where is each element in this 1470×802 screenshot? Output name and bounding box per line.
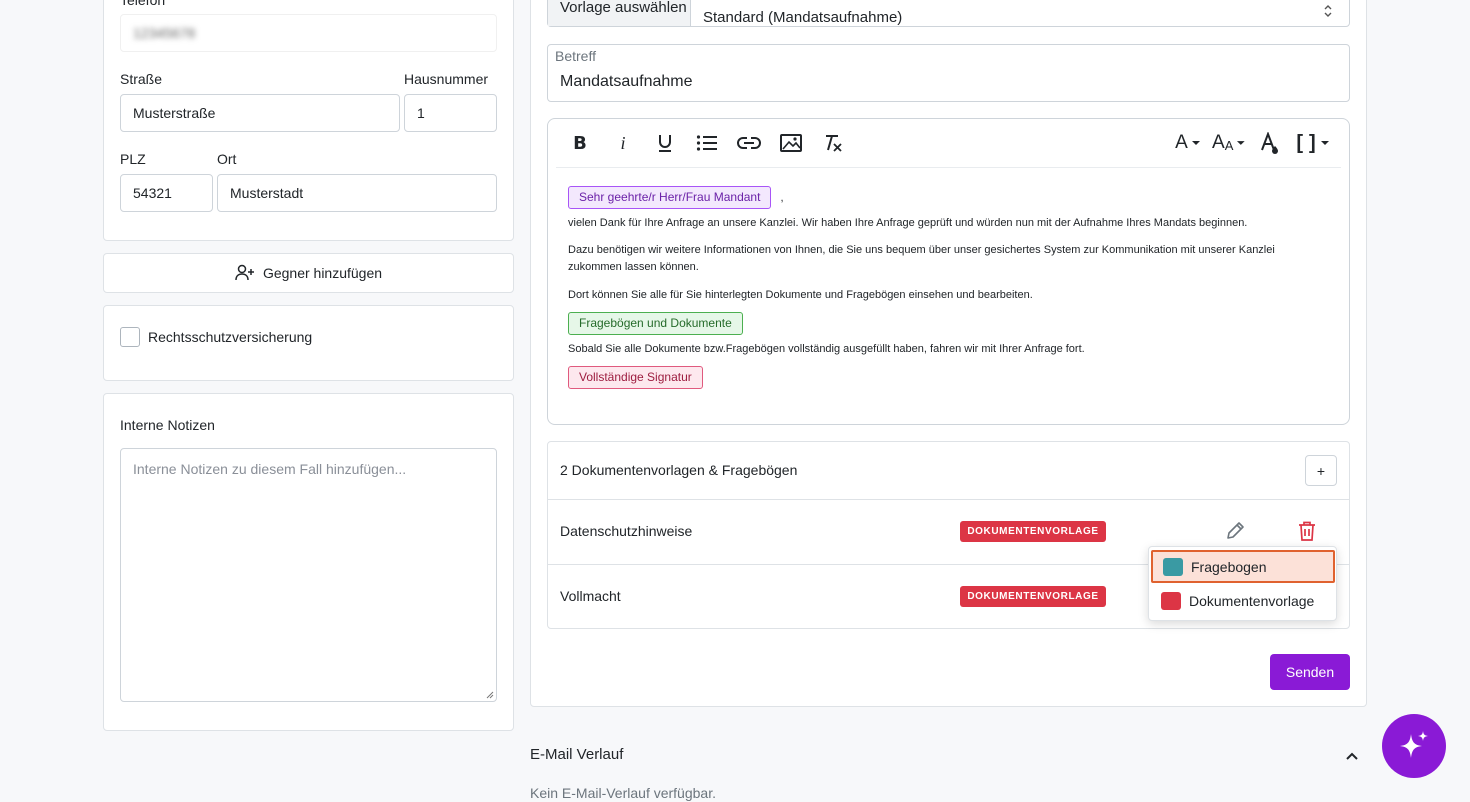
docs-tag-line: Fragebögen und Dokumente xyxy=(568,312,1288,335)
para-4: Sobald Sie alle Dokumente bzw.Fragebögen… xyxy=(568,343,1085,355)
fragebogen-color-swatch xyxy=(1163,557,1183,576)
plz-value: 54321 xyxy=(133,185,172,201)
docs-tag[interactable]: Fragebögen und Dokumente xyxy=(568,312,743,335)
telefon-label: Telefon xyxy=(120,0,166,8)
add-user-icon xyxy=(235,264,254,281)
greeting-comma: , xyxy=(780,192,784,204)
send-label: Senden xyxy=(1285,664,1335,680)
rechtsschutz-checkbox[interactable] xyxy=(120,327,140,347)
add-document-button[interactable]: + xyxy=(1305,455,1337,486)
editor-toolbar-divider xyxy=(556,167,1341,168)
template-select[interactable]: Standard (Mandatsaufnahme) xyxy=(691,0,1349,26)
sparkle-icon xyxy=(1400,731,1428,758)
template-value: Standard (Mandatsaufnahme) xyxy=(703,9,903,26)
strasse-value: Musterstraße xyxy=(133,105,216,121)
para-2: Dazu benötigen wir weitere Informationen… xyxy=(568,244,1275,273)
subject-label: Betreff xyxy=(555,48,596,64)
hausnummer-field[interactable]: 1 xyxy=(404,94,497,132)
hausnummer-value: 1 xyxy=(417,105,425,121)
signature-tag[interactable]: Vollständige Signatur xyxy=(568,366,703,389)
image-icon[interactable] xyxy=(780,130,802,156)
ort-value: Musterstadt xyxy=(230,185,304,201)
add-document-label: + xyxy=(1316,462,1326,479)
clear-format-icon[interactable] xyxy=(822,130,844,156)
subject-field[interactable]: Betreff Mandatsaufnahme xyxy=(547,44,1350,102)
ai-assistant-button[interactable] xyxy=(1382,714,1446,778)
document-name: Vollmacht xyxy=(560,588,621,604)
template-label-box: Vorlage auswählen xyxy=(548,0,691,26)
dropdown-item-fragebogen[interactable]: Fragebogen xyxy=(1151,550,1335,583)
add-opponent-label: Gegner hinzufügen xyxy=(262,265,383,281)
select-arrows-icon xyxy=(1324,5,1332,17)
italic-icon[interactable]: i xyxy=(614,130,632,156)
dropdown-item-dokumentenvorlage[interactable]: Dokumentenvorlage xyxy=(1151,584,1335,617)
document-type-badge: DOKUMENTENVORLAGE xyxy=(960,586,1106,607)
bold-icon[interactable]: B xyxy=(570,130,590,156)
delete-trash-icon[interactable] xyxy=(1298,521,1316,541)
notes-placeholder: Interne Notizen zu diesem Fall hinzufüge… xyxy=(133,461,407,477)
hausnummer-label: Hausnummer xyxy=(404,71,489,87)
strasse-field[interactable]: Musterstraße xyxy=(120,94,400,132)
template-select-group: Vorlage auswählen Standard (Mandatsaufna… xyxy=(547,0,1350,27)
document-name: Datenschutzhinweise xyxy=(560,523,693,539)
font-color-icon[interactable]: A xyxy=(1172,130,1204,156)
subject-value: Mandatsaufnahme xyxy=(560,73,693,90)
chevron-up-icon[interactable] xyxy=(1345,751,1359,761)
signature-tag-line: Vollständige Signatur xyxy=(568,366,1288,389)
dropdown-item-label: Dokumentenvorlage xyxy=(1189,592,1315,609)
edit-pencil-icon[interactable] xyxy=(1225,521,1245,541)
notes-textarea[interactable]: Interne Notizen zu diesem Fall hinzufüge… xyxy=(120,448,497,702)
ort-label: Ort xyxy=(217,151,237,167)
email-history-title: E-Mail Verlauf xyxy=(530,746,624,763)
link-icon[interactable] xyxy=(737,130,761,156)
dokumentenvorlage-color-swatch xyxy=(1161,591,1181,610)
notes-label: Interne Notizen xyxy=(120,417,215,433)
greeting-tag[interactable]: Sehr geehrte/r Herr/Frau Mandant xyxy=(568,186,772,209)
document-type-badge: DOKUMENTENVORLAGE xyxy=(960,521,1106,542)
bulleted-list-icon[interactable] xyxy=(696,130,718,156)
para-1: vielen Dank für Ihre Anfrage an unsere K… xyxy=(568,217,1248,229)
font-size-icon[interactable]: AA xyxy=(1212,130,1246,156)
template-label: Vorlage auswählen xyxy=(560,0,687,16)
highlight-icon[interactable] xyxy=(1258,130,1280,156)
strasse-label: Straße xyxy=(120,71,163,87)
para-3: Dort können Sie alle für Sie hinterlegte… xyxy=(568,289,1033,301)
plz-label: PLZ xyxy=(120,151,146,167)
documents-header: 2 Dokumentenvorlagen & Fragebögen xyxy=(560,462,798,478)
send-button[interactable]: Senden xyxy=(1270,654,1350,690)
dropdown-item-label: Fragebogen xyxy=(1191,558,1267,575)
plz-field[interactable]: 54321 xyxy=(120,174,213,212)
telefon-value: 12345678 xyxy=(133,25,196,41)
greeting-line: Sehr geehrte/r Herr/Frau Mandant , xyxy=(568,186,1288,209)
rechtsschutz-label: Rechtsschutzversicherung xyxy=(148,329,313,345)
underline-icon[interactable] xyxy=(654,130,676,156)
telefon-field[interactable]: 12345678 xyxy=(120,14,497,52)
email-history-header[interactable]: E-Mail Verlauf xyxy=(530,746,1367,766)
email-history-empty: Kein E-Mail-Verlauf verfügbar. xyxy=(530,785,716,801)
add-opponent-button[interactable]: Gegner hinzufügen xyxy=(103,253,514,293)
placeholder-icon[interactable]: [ ] xyxy=(1296,130,1330,156)
resize-handle-icon[interactable] xyxy=(486,691,494,699)
ort-field[interactable]: Musterstadt xyxy=(217,174,497,212)
add-document-dropdown: Fragebogen Dokumentenvorlage xyxy=(1148,546,1337,621)
